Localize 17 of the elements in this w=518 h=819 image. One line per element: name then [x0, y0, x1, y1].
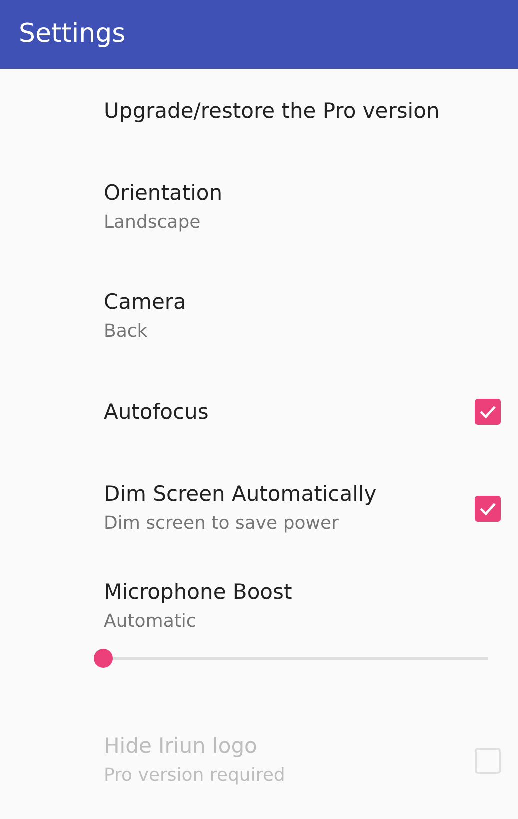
setting-title[interactable]: Orientation	[104, 178, 501, 208]
setting-title[interactable]: Microphone Boost	[104, 577, 501, 607]
slider-thumb[interactable]	[94, 649, 113, 668]
setting-summary: Automatic	[104, 610, 198, 634]
check-icon	[479, 502, 497, 516]
app-bar-title: Settings	[19, 18, 126, 51]
checkbox[interactable]	[475, 496, 501, 522]
setting-summary: Landscape	[104, 211, 202, 235]
checkbox[interactable]	[475, 399, 501, 425]
setting-summary: Back	[104, 320, 149, 344]
setting-title[interactable]: Dim Screen Automatically	[104, 479, 475, 509]
check-icon	[479, 405, 497, 419]
setting-summary: Dim screen to save power	[104, 512, 340, 536]
setting-summary: Pro version required	[104, 764, 286, 788]
setting-title[interactable]: Upgrade/restore the Pro version	[104, 96, 501, 126]
setting-title[interactable]: Autofocus	[104, 397, 475, 427]
setting-title[interactable]: Camera	[104, 287, 501, 317]
